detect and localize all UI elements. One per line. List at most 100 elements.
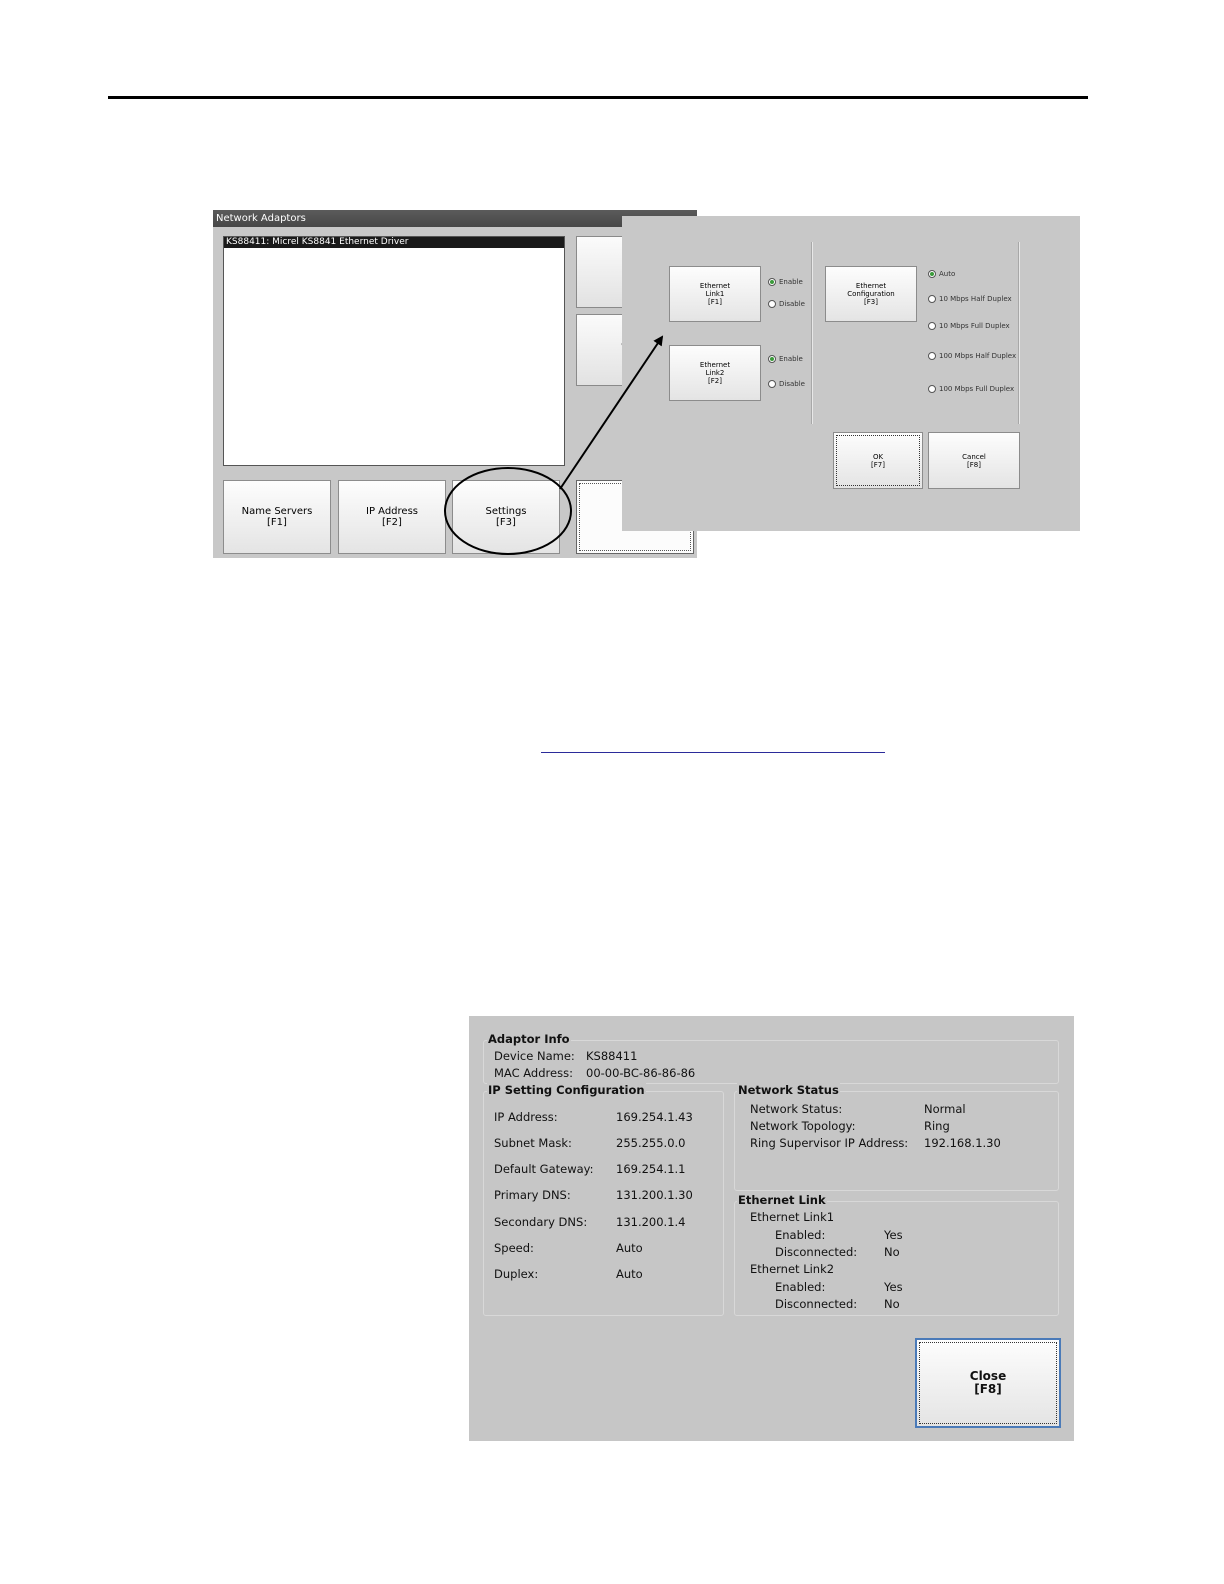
ip-config-value: 131.200.1.30 xyxy=(616,1188,693,1202)
button-label: Settings xyxy=(485,506,527,517)
button-label-line2: Configuration xyxy=(847,290,895,298)
radio-icon xyxy=(768,300,776,308)
ethernet-link1-button[interactable]: Ethernet Link1 [F1] xyxy=(669,266,761,322)
link2-enabled-value: Yes xyxy=(884,1280,903,1294)
name-servers-button[interactable]: Name Servers [F1] xyxy=(223,480,331,554)
button-key: [F8] xyxy=(974,1382,1002,1396)
network-topology-label: Network Topology: xyxy=(750,1119,856,1133)
separator xyxy=(1018,242,1020,424)
button-key: [F8] xyxy=(967,460,981,469)
mac-address-label: MAC Address: xyxy=(494,1066,573,1080)
radio-selected-icon xyxy=(768,278,776,286)
radio-label: 10 Mbps Half Duplex xyxy=(939,295,1012,303)
ethernet-link2-title: Ethernet Link2 xyxy=(750,1262,835,1276)
link1-enabled-label: Enabled: xyxy=(775,1228,826,1242)
config-100-full-radio[interactable]: 100 Mbps Full Duplex xyxy=(928,385,1014,393)
close-button[interactable]: Close [F8] xyxy=(915,1338,1061,1428)
adaptor-list[interactable]: KS88411: Micrel KS8841 Ethernet Driver xyxy=(223,236,565,466)
mac-address-value: 00-00-BC-86-86-86 xyxy=(586,1066,696,1080)
cancel-button[interactable]: Cancel [F8] xyxy=(928,432,1020,489)
ethernet-configuration-button[interactable]: Ethernet Configuration [F3] xyxy=(825,266,917,322)
ip-config-label: Primary DNS: xyxy=(494,1188,571,1202)
button-label-line1: Ethernet xyxy=(855,282,887,290)
device-name-label: Device Name: xyxy=(494,1049,575,1063)
radio-icon xyxy=(768,380,776,388)
config-auto-radio[interactable]: Auto xyxy=(928,270,955,278)
adaptor-info-title: Adaptor Info xyxy=(487,1032,571,1046)
ethernet-link1-title: Ethernet Link1 xyxy=(750,1210,835,1224)
ip-config-value: 169.254.1.43 xyxy=(616,1110,693,1124)
link2-enabled-label: Enabled: xyxy=(775,1280,826,1294)
hyperlink-underline[interactable] xyxy=(541,752,885,753)
ring-supervisor-value: 192.168.1.30 xyxy=(924,1136,1001,1150)
radio-selected-icon xyxy=(768,355,776,363)
button-label-line1: Ethernet xyxy=(699,361,731,369)
button-label: Name Servers xyxy=(241,506,313,517)
ip-config-label: IP Address: xyxy=(494,1110,558,1124)
ring-supervisor-label: Ring Supervisor IP Address: xyxy=(750,1136,909,1150)
ip-config-value: 169.254.1.1 xyxy=(616,1162,686,1176)
button-key: [F3] xyxy=(864,298,878,306)
link2-disable-radio[interactable]: Disable xyxy=(768,380,805,388)
radio-icon xyxy=(928,295,936,303)
button-key: [F1] xyxy=(267,517,287,528)
ip-config-label: Speed: xyxy=(494,1241,534,1255)
network-status-label: Network Status: xyxy=(750,1102,843,1116)
radio-icon xyxy=(928,352,936,360)
link1-disconnected-value: No xyxy=(884,1245,900,1259)
config-10-half-radio[interactable]: 10 Mbps Half Duplex xyxy=(928,295,1012,303)
network-topology-value: Ring xyxy=(924,1119,950,1133)
ethernet-link2-button[interactable]: Ethernet Link2 [F2] xyxy=(669,345,761,401)
link2-enable-radio[interactable]: Enable xyxy=(768,355,803,363)
link1-enabled-value: Yes xyxy=(884,1228,903,1242)
button-label: OK xyxy=(872,452,884,461)
link1-disable-radio[interactable]: Disable xyxy=(768,300,805,308)
button-key: [F2] xyxy=(708,377,722,385)
radio-label: Enable xyxy=(779,355,803,363)
button-label-line1: Ethernet xyxy=(699,282,731,290)
ip-config-value: Auto xyxy=(616,1241,643,1255)
ip-config-value: 255.255.0.0 xyxy=(616,1136,686,1150)
button-key: [F1] xyxy=(708,298,722,306)
radio-label: 100 Mbps Full Duplex xyxy=(939,385,1015,393)
ethernet-link-title: Ethernet Link xyxy=(737,1193,827,1207)
ip-config-label: Secondary DNS: xyxy=(494,1215,588,1229)
device-name-value: KS88411 xyxy=(586,1049,638,1063)
ip-address-button[interactable]: IP Address [F2] xyxy=(338,480,446,554)
link2-disconnected-value: No xyxy=(884,1297,900,1311)
separator xyxy=(811,242,813,424)
radio-label: Disable xyxy=(779,300,805,308)
ip-config-label: Duplex: xyxy=(494,1267,539,1281)
radio-label: Auto xyxy=(939,270,956,278)
page-top-rule xyxy=(108,96,1088,99)
radio-selected-icon xyxy=(928,270,936,278)
radio-label: 10 Mbps Full Duplex xyxy=(939,322,1010,330)
network-status-value: Normal xyxy=(924,1102,966,1116)
settings-button[interactable]: Settings [F3] xyxy=(452,480,560,554)
ip-config-value: Auto xyxy=(616,1267,643,1281)
ip-config-label: Subnet Mask: xyxy=(494,1136,572,1150)
config-100-half-radio[interactable]: 100 Mbps Half Duplex xyxy=(928,352,1016,360)
adaptor-info-dialog: Adaptor Info Device Name: KS88411 MAC Ad… xyxy=(469,1016,1074,1441)
ip-config-label: Default Gateway: xyxy=(494,1162,594,1176)
radio-label: 100 Mbps Half Duplex xyxy=(939,352,1017,360)
button-label-line2: Link1 xyxy=(705,290,725,298)
ip-config-group xyxy=(483,1091,724,1316)
ok-button[interactable]: OK [F7] xyxy=(833,432,923,489)
button-key: [F3] xyxy=(496,517,516,528)
button-key: [F2] xyxy=(382,517,402,528)
ip-config-title: IP Setting Configuration xyxy=(487,1083,646,1097)
button-label: Cancel xyxy=(962,452,986,461)
ip-config-value: 131.200.1.4 xyxy=(616,1215,686,1229)
radio-icon xyxy=(928,385,936,393)
network-status-title: Network Status xyxy=(737,1083,840,1097)
settings-dialog: Ethernet Link1 [F1] Enable Disable Ether… xyxy=(622,216,1080,531)
link1-enable-radio[interactable]: Enable xyxy=(768,278,803,286)
config-10-full-radio[interactable]: 10 Mbps Full Duplex xyxy=(928,322,1010,330)
adaptor-list-item[interactable]: KS88411: Micrel KS8841 Ethernet Driver xyxy=(224,237,564,248)
link2-disconnected-label: Disconnected: xyxy=(775,1297,858,1311)
link1-disconnected-label: Disconnected: xyxy=(775,1245,858,1259)
radio-icon xyxy=(928,322,936,330)
radio-label: Disable xyxy=(779,380,805,388)
button-key: [F7] xyxy=(871,460,885,469)
